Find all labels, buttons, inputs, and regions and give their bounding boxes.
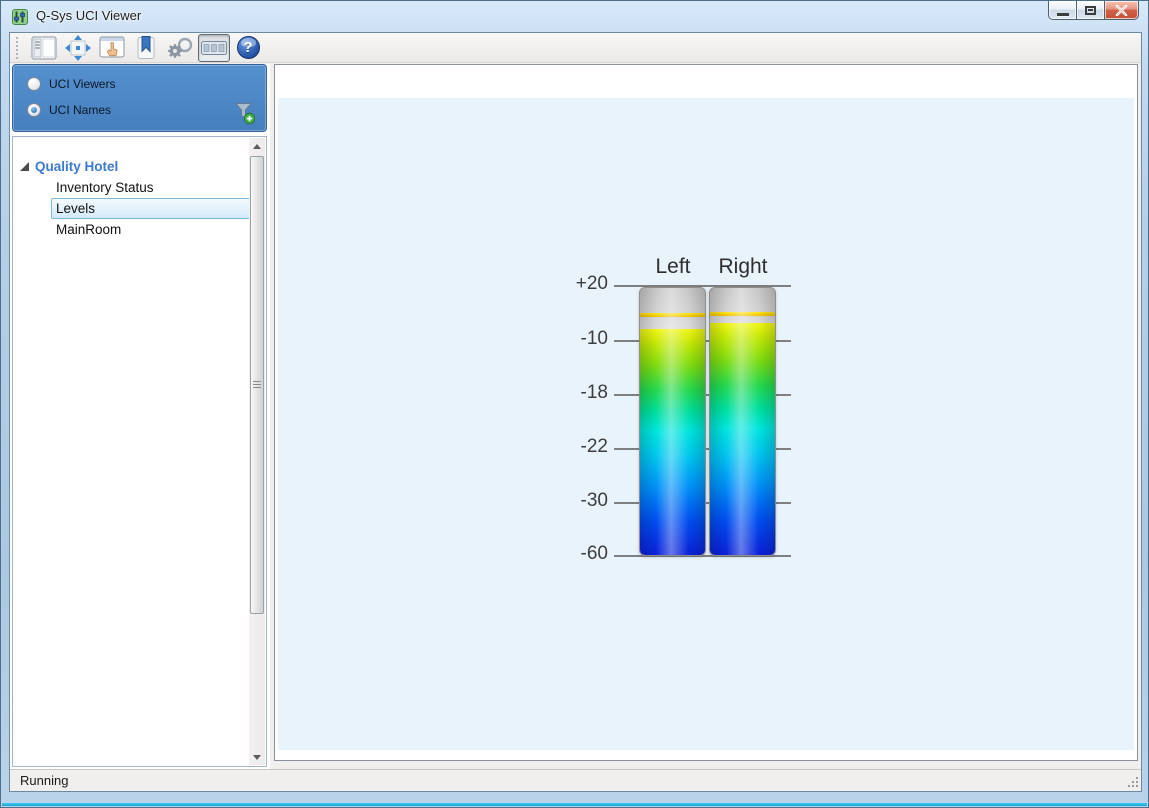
uci-page-levels: Left Right +20 -10 -18 -22 -30 — [278, 98, 1134, 750]
meter-channel-label-right: Right — [705, 255, 781, 279]
status-text: Running — [20, 773, 68, 788]
filter-add-icon[interactable] — [232, 101, 256, 125]
tree-item-quality-hotel[interactable]: Quality Hotel — [20, 156, 118, 177]
resize-grip[interactable] — [1125, 774, 1139, 788]
uci-tree: Quality Hotel Inventory Status Levels Ma… — [12, 136, 267, 767]
sidebar: UCI Viewers UCI Names Qual — [10, 64, 270, 769]
minimize-icon — [1057, 13, 1069, 16]
status-bar: Running — [10, 769, 1141, 791]
thumb-grip-icon — [253, 381, 261, 389]
toolbar-gripper[interactable] — [16, 37, 20, 59]
level-meter-right — [709, 287, 776, 556]
minimize-button[interactable] — [1048, 1, 1077, 20]
uci-panel-view-button[interactable] — [198, 34, 230, 62]
app-window: Q-Sys UCI Viewer — [0, 0, 1149, 808]
uci-filter-box: UCI Viewers UCI Names — [12, 64, 267, 132]
scrollbar-thumb[interactable] — [250, 156, 264, 614]
tree-item-mainroom[interactable]: MainRoom — [51, 219, 251, 240]
scroll-down-icon[interactable] — [249, 749, 265, 765]
radio-label: UCI Viewers — [49, 77, 115, 91]
restore-button[interactable] — [1076, 1, 1105, 20]
radio-icon — [27, 103, 41, 117]
radio-label: UCI Names — [49, 103, 111, 117]
meter-fill — [710, 323, 775, 555]
main-toolbar: ? — [10, 33, 1141, 63]
settings-button[interactable] — [164, 34, 196, 62]
scroll-up-icon[interactable] — [249, 138, 265, 154]
meter-peak-indicator — [710, 312, 775, 316]
title-bar[interactable]: Q-Sys UCI Viewer — [1, 1, 1148, 32]
help-icon: ? — [237, 36, 260, 59]
client-area: ? UCI Viewers UCI Names — [9, 32, 1142, 792]
meter-peak-indicator — [640, 313, 705, 317]
help-button[interactable]: ? — [232, 34, 264, 62]
restore-icon — [1085, 6, 1096, 15]
tree-item-levels[interactable]: Levels — [51, 198, 251, 219]
radio-uci-viewers[interactable]: UCI Viewers — [27, 77, 115, 91]
window-title: Q-Sys UCI Viewer — [36, 8, 141, 23]
move-arrows-icon — [65, 35, 91, 61]
window-controls — [1048, 1, 1139, 20]
gear-lasso-icon — [166, 36, 194, 60]
touch-window-icon — [99, 36, 125, 60]
tree-scrollbar[interactable] — [249, 138, 265, 765]
collapse-expander-icon[interactable] — [20, 162, 29, 171]
radio-uci-names[interactable]: UCI Names — [27, 103, 111, 117]
level-meter-left — [639, 287, 706, 556]
interactive-mode-button[interactable] — [96, 34, 128, 62]
close-icon — [1115, 5, 1128, 16]
close-button[interactable] — [1104, 1, 1139, 20]
fit-to-window-button[interactable] — [62, 34, 94, 62]
help-glyph: ? — [243, 39, 252, 56]
panel-meter-icon — [201, 41, 227, 55]
tree-item-inventory-status[interactable]: Inventory Status — [51, 177, 251, 198]
sidebar-layout-icon — [31, 36, 57, 60]
qsys-app-icon — [12, 9, 28, 25]
meter-channel-label-left: Left — [635, 255, 711, 279]
content-region: UCI Viewers UCI Names Qual — [10, 63, 1141, 769]
meter-fill — [640, 329, 705, 555]
bookmark-button[interactable] — [130, 34, 162, 62]
uci-viewport: Left Right +20 -10 -18 -22 -30 — [274, 64, 1138, 761]
bookmark-icon — [136, 36, 156, 60]
radio-icon — [27, 77, 41, 91]
uci-list-toggle-button[interactable] — [28, 34, 60, 62]
tree-root-label: Quality Hotel — [35, 159, 118, 174]
